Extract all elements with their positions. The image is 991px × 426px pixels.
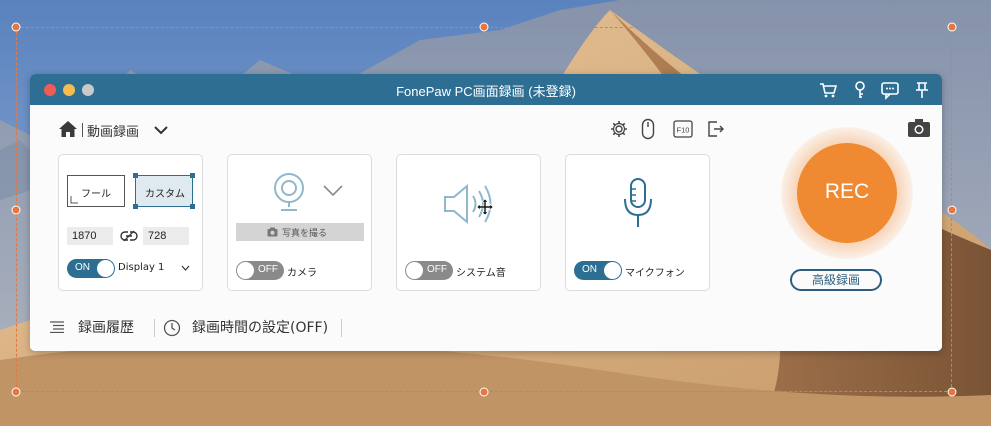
toggle-knob xyxy=(97,260,114,277)
handle-square xyxy=(190,204,195,209)
resize-handle-bottom-right[interactable] xyxy=(947,387,957,397)
toggle-label: OFF xyxy=(258,264,278,275)
main-panel: 動画録画 F10 フール カスタム 1870 728 ON Display 1 … xyxy=(30,105,737,351)
region-card: フール カスタム 1870 728 ON Display 1 xyxy=(58,154,203,291)
hotkey-f10-icon[interactable]: F10 xyxy=(673,120,693,138)
microphone-label: マイクフォン xyxy=(625,268,685,279)
resize-handle-right[interactable] xyxy=(947,205,957,215)
clock-icon[interactable] xyxy=(163,319,181,337)
export-icon[interactable] xyxy=(706,119,726,139)
corner-icon xyxy=(70,196,78,204)
chevron-down-icon[interactable] xyxy=(323,185,343,197)
webcam-card: 写真を撮る OFF カメラ xyxy=(227,154,372,291)
advanced-recorder-button[interactable]: 高級録画 xyxy=(790,269,882,291)
region-toggle[interactable]: ON xyxy=(67,259,115,278)
list-icon[interactable] xyxy=(50,321,64,333)
system-sound-card: OFF システム音 xyxy=(396,154,541,291)
window-title: FonePaw PC画面録画 (未登録) xyxy=(396,84,576,99)
system-sound-label: システム音 xyxy=(456,268,506,279)
microphone-toggle[interactable]: ON xyxy=(574,261,622,280)
webcam-icon xyxy=(274,173,304,211)
microphone-icon xyxy=(624,178,652,227)
record-panel: REC 高級録画 xyxy=(737,105,942,351)
resize-handle-top-left[interactable] xyxy=(11,22,21,32)
chevron-down-icon[interactable] xyxy=(154,125,168,135)
mode-label[interactable]: 動画録画 xyxy=(87,121,139,140)
full-screen-button[interactable]: フール xyxy=(67,175,125,207)
resize-handle-bottom[interactable] xyxy=(479,387,489,397)
cart-icon[interactable] xyxy=(818,80,838,100)
chevron-down-icon[interactable] xyxy=(181,265,190,271)
handle-square xyxy=(133,173,138,178)
resize-handle-left[interactable] xyxy=(11,205,21,215)
app-window: FonePaw PC画面録画 (未登録) 動画録画 F10 フール カスタム 1… xyxy=(30,74,942,351)
mouse-icon[interactable] xyxy=(641,118,655,140)
webcam-toggle[interactable]: OFF xyxy=(236,261,284,280)
toggle-label: ON xyxy=(582,264,597,275)
settings-gear-icon[interactable] xyxy=(609,119,629,139)
separator xyxy=(82,123,83,137)
toggle-label: OFF xyxy=(427,264,447,275)
take-photo-button[interactable]: 写真を撮る xyxy=(236,223,364,241)
webcam-label: カメラ xyxy=(287,268,317,279)
custom-region-button[interactable]: カスタム xyxy=(133,173,195,209)
svg-text:F10: F10 xyxy=(677,126,690,135)
full-screen-label: フール xyxy=(81,189,111,200)
handle-square xyxy=(190,173,195,178)
separator xyxy=(341,319,342,337)
resize-handle-bottom-left[interactable] xyxy=(11,387,21,397)
title-bar[interactable]: FonePaw PC画面録画 (未登録) xyxy=(30,74,942,105)
resize-handle-top-right[interactable] xyxy=(947,22,957,32)
take-photo-label: 写真を撮る xyxy=(282,229,328,239)
microphone-card: ON マイクフォン xyxy=(565,154,710,291)
rec-button[interactable]: REC xyxy=(797,143,897,243)
pin-icon[interactable] xyxy=(912,80,932,100)
key-icon[interactable] xyxy=(850,80,870,100)
link-icon[interactable] xyxy=(120,230,138,242)
rec-label: REC xyxy=(824,180,870,203)
record-timer-settings-link[interactable]: 録画時間の設定(OFF) xyxy=(192,317,328,337)
custom-region-label: カスタム xyxy=(145,189,185,200)
home-icon[interactable] xyxy=(58,120,78,138)
recording-history-link[interactable]: 録画履歴 xyxy=(78,317,134,337)
camera-icon xyxy=(267,227,278,237)
screenshot-camera-icon[interactable] xyxy=(907,118,931,138)
toggle-knob xyxy=(406,262,423,279)
separator xyxy=(154,319,155,337)
system-sound-toggle[interactable]: OFF xyxy=(405,261,453,280)
toggle-knob xyxy=(604,262,621,279)
display-select[interactable]: Display 1 xyxy=(118,262,164,273)
width-input[interactable]: 1870 xyxy=(67,227,113,245)
feedback-icon[interactable] xyxy=(880,80,900,100)
toggle-label: ON xyxy=(75,262,90,273)
height-input[interactable]: 728 xyxy=(143,227,189,245)
resize-handle-top[interactable] xyxy=(479,22,489,32)
toggle-knob xyxy=(237,262,254,279)
handle-square xyxy=(133,204,138,209)
move-cursor-icon xyxy=(477,199,493,215)
